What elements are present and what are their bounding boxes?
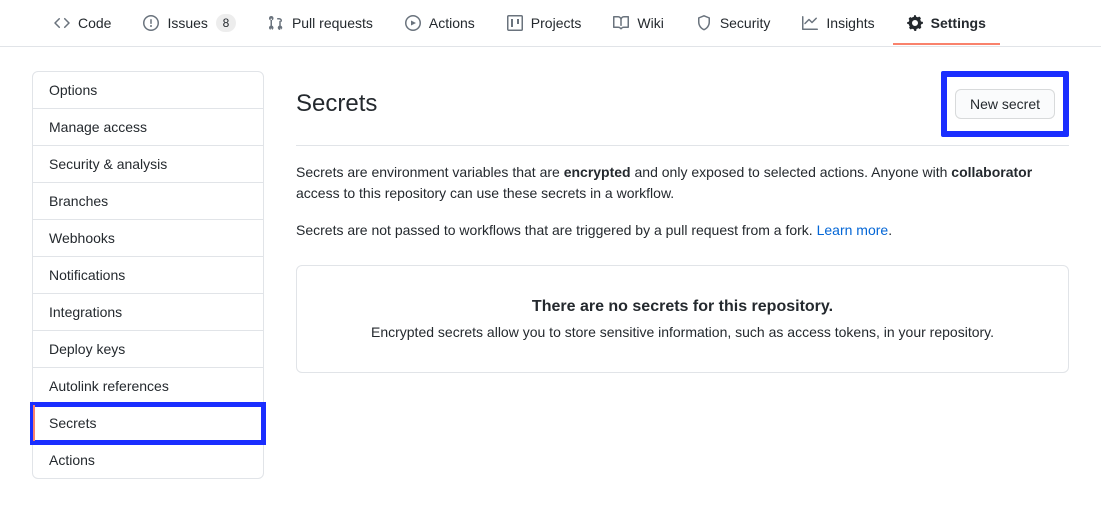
- nav-settings[interactable]: Settings: [893, 1, 1000, 45]
- play-icon: [405, 15, 421, 31]
- nav-wiki-label: Wiki: [637, 15, 663, 31]
- project-icon: [507, 15, 523, 31]
- issue-icon: [143, 15, 159, 31]
- graph-icon: [802, 15, 818, 31]
- text: .: [888, 222, 892, 238]
- new-secret-button[interactable]: New secret: [955, 89, 1055, 119]
- nav-projects-label: Projects: [531, 15, 582, 31]
- nav-code-label: Code: [78, 15, 111, 31]
- nav-pulls[interactable]: Pull requests: [254, 1, 387, 45]
- sidebar-item-notifications[interactable]: Notifications: [33, 257, 263, 294]
- sidebar-item-security-analysis[interactable]: Security & analysis: [33, 146, 263, 183]
- sidebar-label: Branches: [49, 193, 108, 209]
- nav-actions-label: Actions: [429, 15, 475, 31]
- description-2: Secrets are not passed to workflows that…: [296, 220, 1069, 241]
- text: and only exposed to selected actions. An…: [631, 164, 952, 180]
- sidebar-item-options[interactable]: Options: [33, 72, 263, 109]
- nav-code[interactable]: Code: [40, 1, 125, 45]
- empty-state: There are no secrets for this repository…: [296, 265, 1069, 373]
- text-bold: encrypted: [564, 164, 631, 180]
- sidebar-label: Manage access: [49, 119, 147, 135]
- sidebar-label: Options: [49, 82, 97, 98]
- shield-icon: [696, 15, 712, 31]
- repo-nav: Code Issues 8 Pull requests Actions Proj…: [0, 0, 1101, 47]
- nav-wiki[interactable]: Wiki: [599, 1, 677, 45]
- sidebar-item-webhooks[interactable]: Webhooks: [33, 220, 263, 257]
- sidebar-label: Actions: [49, 452, 95, 468]
- page-title: Secrets: [296, 90, 377, 118]
- gear-icon: [907, 15, 923, 31]
- sidebar-item-secrets[interactable]: Secrets: [33, 405, 263, 442]
- text: Secrets are environment variables that a…: [296, 164, 564, 180]
- nav-projects[interactable]: Projects: [493, 1, 596, 45]
- code-icon: [54, 15, 70, 31]
- sidebar-label: Secrets: [49, 415, 96, 431]
- settings-sidebar: Options Manage access Security & analysi…: [32, 71, 264, 479]
- learn-more-link[interactable]: Learn more: [817, 222, 889, 238]
- text: access to this repository can use these …: [296, 185, 674, 201]
- text-bold: collaborator: [951, 164, 1032, 180]
- sidebar-item-actions[interactable]: Actions: [33, 442, 263, 478]
- issues-count: 8: [216, 14, 236, 32]
- sidebar-label: Integrations: [49, 304, 122, 320]
- sidebar-item-integrations[interactable]: Integrations: [33, 294, 263, 331]
- sidebar-item-manage-access[interactable]: Manage access: [33, 109, 263, 146]
- sidebar-label: Notifications: [49, 267, 125, 283]
- nav-actions[interactable]: Actions: [391, 1, 489, 45]
- settings-layout: Options Manage access Security & analysi…: [0, 47, 1101, 503]
- new-secret-highlight: New secret: [941, 71, 1069, 137]
- sidebar-label: Autolink references: [49, 378, 169, 394]
- sidebar-item-autolink[interactable]: Autolink references: [33, 368, 263, 405]
- nav-issues[interactable]: Issues 8: [129, 0, 249, 46]
- pull-request-icon: [268, 15, 284, 31]
- description-1: Secrets are environment variables that a…: [296, 162, 1069, 204]
- sidebar-item-deploy-keys[interactable]: Deploy keys: [33, 331, 263, 368]
- main-content: Secrets New secret Secrets are environme…: [296, 71, 1069, 479]
- sidebar-label: Webhooks: [49, 230, 115, 246]
- sidebar-item-branches[interactable]: Branches: [33, 183, 263, 220]
- nav-security-label: Security: [720, 15, 771, 31]
- text: Secrets are not passed to workflows that…: [296, 222, 817, 238]
- nav-insights-label: Insights: [826, 15, 874, 31]
- nav-issues-label: Issues: [167, 15, 207, 31]
- nav-settings-label: Settings: [931, 15, 986, 31]
- empty-state-text: Encrypted secrets allow you to store sen…: [321, 324, 1044, 340]
- nav-security[interactable]: Security: [682, 1, 785, 45]
- sidebar-label: Security & analysis: [49, 156, 167, 172]
- empty-state-title: There are no secrets for this repository…: [321, 298, 1044, 316]
- page-header: Secrets New secret: [296, 71, 1069, 146]
- nav-pulls-label: Pull requests: [292, 15, 373, 31]
- nav-insights[interactable]: Insights: [788, 1, 888, 45]
- book-icon: [613, 15, 629, 31]
- sidebar-label: Deploy keys: [49, 341, 125, 357]
